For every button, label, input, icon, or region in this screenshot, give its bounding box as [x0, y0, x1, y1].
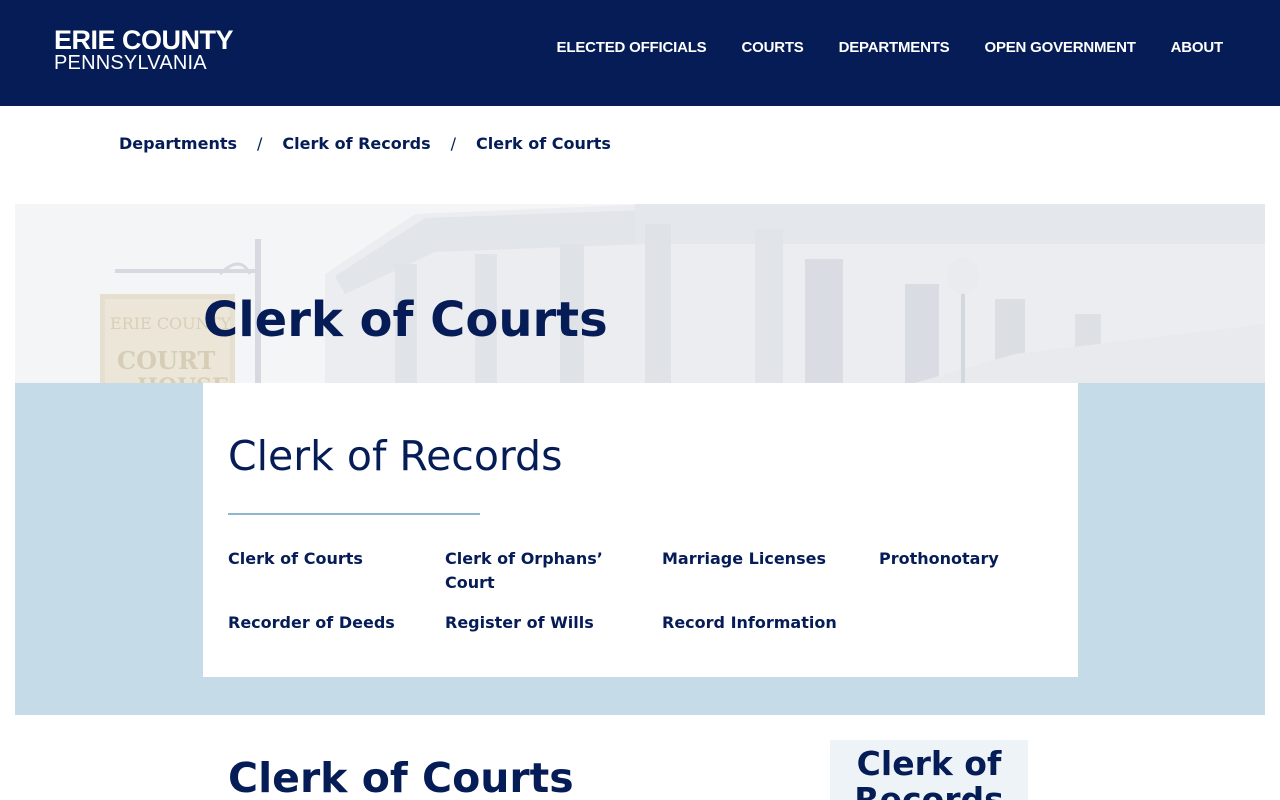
logo-line1: ERIE COUNTY — [54, 25, 234, 55]
link-register-of-wills[interactable]: Register of Wills — [445, 611, 662, 635]
link-record-information[interactable]: Record Information — [662, 611, 879, 635]
breadcrumb-clerk-of-records[interactable]: Clerk of Records — [282, 134, 430, 153]
sidebar-box: Clerk of Records — [830, 740, 1028, 800]
section-title: Clerk of Records — [228, 432, 563, 480]
sign-text-line3: HOUSE — [137, 374, 229, 383]
link-clerk-of-courts[interactable]: Clerk of Courts — [228, 547, 445, 595]
breadcrumb: Departments / Clerk of Records / Clerk o… — [119, 134, 611, 153]
nav-elected-officials[interactable]: ELECTED OFFICIALS — [557, 39, 707, 56]
link-prothonotary[interactable]: Prothonotary — [879, 547, 1059, 595]
nav-courts[interactable]: COURTS — [741, 39, 803, 56]
site-header: ERIE COUNTY PENNSYLVANIA ELECTED OFFICIA… — [0, 0, 1280, 106]
content-title: Clerk of Courts — [228, 754, 574, 800]
breadcrumb-separator: / — [450, 134, 457, 153]
sidebar-title: Clerk of Records — [854, 744, 1004, 800]
section-links: Clerk of Courts Clerk of Orphans’ Court … — [228, 547, 1068, 635]
logo-line2: PENNSYLVANIA — [54, 52, 207, 74]
main-nav: ELECTED OFFICIALS COURTS DEPARTMENTS OPE… — [557, 39, 1224, 56]
nav-about[interactable]: ABOUT — [1171, 39, 1224, 56]
breadcrumb-clerk-of-courts[interactable]: Clerk of Courts — [476, 134, 611, 153]
page-title: Clerk of Courts — [203, 292, 608, 348]
title-divider — [228, 513, 480, 515]
link-clerk-of-orphans-court[interactable]: Clerk of Orphans’ Court — [445, 547, 662, 595]
link-recorder-of-deeds[interactable]: Recorder of Deeds — [228, 611, 445, 635]
sign-text-line2: COURT — [117, 346, 215, 375]
link-marriage-licenses[interactable]: Marriage Licenses — [662, 547, 879, 595]
site-logo[interactable]: ERIE COUNTY PENNSYLVANIA — [54, 25, 234, 74]
nav-open-government[interactable]: OPEN GOVERNMENT — [984, 39, 1135, 56]
nav-departments[interactable]: DEPARTMENTS — [839, 39, 950, 56]
breadcrumb-departments[interactable]: Departments — [119, 134, 237, 153]
hero-banner: ERIE COUNTY COURT HOUSE Clerk of Courts — [15, 204, 1265, 383]
section-card: Clerk of Records Clerk of Courts Clerk o… — [203, 383, 1078, 677]
breadcrumb-separator: / — [257, 134, 263, 153]
